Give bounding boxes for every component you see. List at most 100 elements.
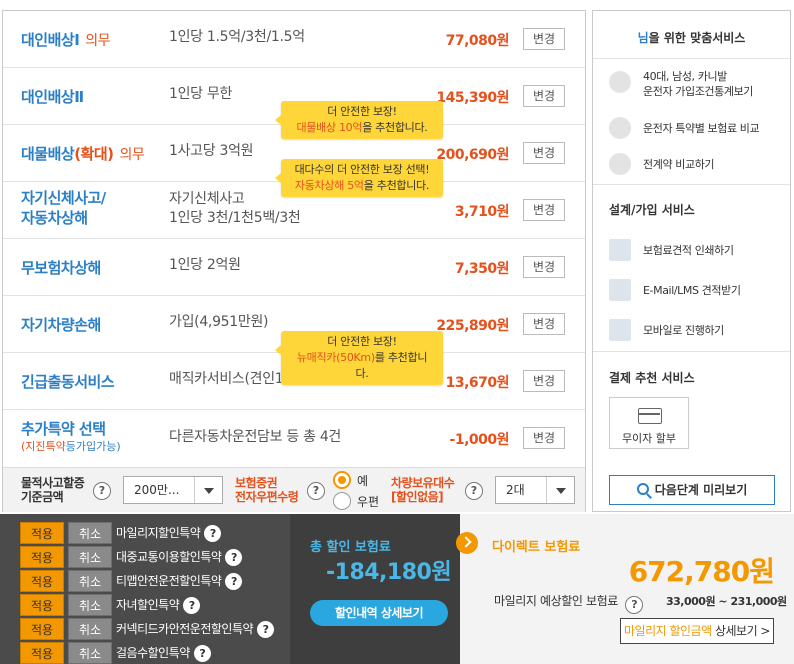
change-button[interactable]: 변경 bbox=[523, 28, 565, 50]
apply-button[interactable]: 적용 bbox=[20, 594, 64, 616]
change-button[interactable]: 변경 bbox=[523, 142, 565, 164]
radio-mail-label: 우편 bbox=[357, 495, 380, 509]
discount-detail-button[interactable]: 할인내역 상세보기 bbox=[310, 600, 448, 626]
radio-mail[interactable] bbox=[333, 492, 351, 510]
coverage-name: 추가특약 선택 bbox=[21, 420, 106, 438]
coverage-desc: 가입(4,951만원) bbox=[169, 314, 269, 330]
total-discount-value: -184,180원 bbox=[326, 560, 452, 585]
help-icon[interactable]: ? bbox=[307, 482, 325, 500]
apply-button[interactable]: 적용 bbox=[20, 618, 64, 640]
discount-name: 티맵안전운전할인특약? bbox=[116, 572, 243, 590]
design-section-title: 설계/가입 서비스 bbox=[609, 203, 695, 217]
total-discount-label: 총 할인 보험료 bbox=[310, 540, 391, 555]
property-threshold-select[interactable]: 200만... bbox=[123, 476, 223, 504]
custom-service-panel: 님을 위한 맞춤서비스 40대, 남성, 카니발 운전자 가입조건통계보기 운전자… bbox=[592, 10, 791, 512]
coverage-desc: 1인당 2억원 bbox=[169, 257, 241, 273]
help-icon[interactable]: ? bbox=[204, 525, 222, 542]
compare-icon bbox=[609, 117, 631, 139]
change-button[interactable]: 변경 bbox=[523, 256, 565, 278]
radio-yes[interactable] bbox=[333, 471, 351, 489]
cancel-button[interactable]: 취소 bbox=[68, 642, 112, 664]
coverage-row: 대인배상Ⅰ 의무 1인당 1.5억/3천/1.5억 77,080원 변경 bbox=[3, 11, 585, 68]
change-button[interactable]: 변경 bbox=[523, 199, 565, 221]
apply-button[interactable]: 적용 bbox=[20, 522, 64, 544]
cars-owned-select[interactable]: 2대 bbox=[495, 476, 575, 504]
cancel-button[interactable]: 취소 bbox=[68, 546, 112, 568]
help-icon[interactable]: ? bbox=[225, 573, 243, 590]
no-interest-button[interactable]: 무이자 할부 bbox=[609, 397, 689, 449]
mobile-icon bbox=[609, 319, 631, 341]
search-icon bbox=[636, 483, 649, 495]
next-step-preview-button[interactable]: 다음단계 미리보기 bbox=[609, 475, 775, 505]
help-icon[interactable]: ? bbox=[257, 621, 275, 638]
direct-premium-label: 다이렉트 보험료 bbox=[492, 540, 581, 555]
apply-button[interactable]: 적용 bbox=[20, 642, 64, 664]
discount-name: 걸음수할인특약? bbox=[116, 644, 211, 662]
coverage-price: 7,350원 bbox=[454, 261, 510, 277]
help-icon[interactable]: ? bbox=[183, 597, 201, 614]
coverage-price: 145,390원 bbox=[436, 90, 509, 106]
change-button[interactable]: 변경 bbox=[523, 313, 565, 335]
direct-premium-box: 다이렉트 보험료 672,780원 마일리지 예상할인 보험료 ? 33,000… bbox=[456, 514, 794, 664]
mileage-range: 33,000원 ~ 231,000원 bbox=[666, 595, 787, 608]
card-icon bbox=[638, 408, 662, 424]
policy-email-label: 보험증권 전자우편수령 bbox=[235, 476, 299, 504]
coverage-name: 자기신체사고/자동차상해 bbox=[21, 189, 106, 227]
cancel-button[interactable]: 취소 bbox=[68, 594, 112, 616]
help-icon[interactable]: ? bbox=[193, 645, 211, 662]
apply-button[interactable]: 적용 bbox=[20, 570, 64, 592]
cancel-button[interactable]: 취소 bbox=[68, 570, 112, 592]
discount-name: 자녀할인특약? bbox=[116, 596, 201, 614]
coverage-desc: 다른자동차운전담보 등 총 4건 bbox=[169, 429, 342, 445]
coverage-row: 추가특약 선택 (지진특약등가입가능) 다른자동차운전담보 등 총 4건 -1,… bbox=[3, 410, 585, 467]
cancel-button[interactable]: 취소 bbox=[68, 618, 112, 640]
coverage-subnote: (지진특약등가입가능) bbox=[21, 440, 121, 453]
property-threshold-label: 물적사고할증 기준금액 bbox=[21, 476, 85, 504]
mileage-estimate-label: 마일리지 예상할인 보험료 ? bbox=[494, 592, 644, 614]
recommend-tooltip: 더 안전한 보장! 대물배상 10억을 추천합니다. bbox=[275, 101, 443, 139]
discount-name: 대중교통이용할인특약? bbox=[116, 548, 243, 566]
recommend-tooltip: 더 안전한 보장! 뉴매직카(50Km)를 추천합니다. bbox=[275, 331, 443, 385]
help-icon[interactable]: ? bbox=[225, 549, 243, 566]
coverage-name: 긴급출동서비스 bbox=[21, 373, 115, 391]
required-badge: 의무 bbox=[85, 33, 111, 49]
arrow-right-icon bbox=[456, 532, 478, 554]
coverage-name: 대물배상(확대) 의무 bbox=[21, 145, 145, 163]
help-icon[interactable]: ? bbox=[625, 596, 644, 614]
settings-strip: 물적사고할증 기준금액 ? 200만... 보험증권 전자우편수령 ? 예 우편 차… bbox=[3, 467, 585, 512]
coverage-desc: 1사고당 3억원 bbox=[169, 143, 254, 159]
apply-button[interactable]: 적용 bbox=[20, 546, 64, 568]
total-discount-box: 총 할인 보험료 -184,180원 할인내역 상세보기 bbox=[290, 514, 460, 664]
discount-name: 마일리지할인특약? bbox=[116, 524, 222, 542]
coverage-desc: 1인당 무한 bbox=[169, 86, 233, 102]
change-button[interactable]: 변경 bbox=[523, 85, 565, 107]
coverage-price: 3,710원 bbox=[454, 204, 510, 220]
coverage-name: 대인배상Ⅰ 의무 bbox=[21, 31, 111, 49]
panel-title: 님을 위한 맞춤서비스 bbox=[593, 11, 790, 59]
coverage-name: 자기차량손해 bbox=[21, 316, 101, 334]
coverage-price: 77,080원 bbox=[445, 33, 510, 49]
mail-icon bbox=[609, 279, 631, 301]
mileage-detail-button[interactable]: 마일리지 할인금액 상세보기 > bbox=[620, 618, 774, 644]
coverage-desc: 1인당 1.5억/3천/1.5억 bbox=[169, 29, 305, 45]
chevron-down-icon bbox=[194, 477, 222, 503]
recommend-tooltip: 대다수의 더 안전한 보장 선택! 자동차상해 5억을 추천합니다. bbox=[275, 159, 443, 197]
cars-owned-label: 차량보유대수 [할인없음] bbox=[391, 476, 455, 504]
user-icon bbox=[609, 71, 631, 93]
coverage-price: 225,890원 bbox=[436, 318, 509, 334]
coverage-panel: 대인배상Ⅰ 의무 1인당 1.5억/3천/1.5억 77,080원 변경 대인배상… bbox=[2, 10, 586, 512]
help-icon[interactable]: ? bbox=[465, 482, 483, 500]
coverage-name: 대인배상Ⅱ bbox=[21, 88, 84, 106]
printer-icon bbox=[609, 239, 631, 261]
required-badge: 의무 bbox=[119, 147, 145, 163]
change-button[interactable]: 변경 bbox=[523, 427, 565, 449]
cancel-button[interactable]: 취소 bbox=[68, 522, 112, 544]
coverage-price: -1,000원 bbox=[449, 432, 510, 448]
coverage-price: 13,670원 bbox=[445, 375, 510, 391]
discount-name: 커넥티드카안전운전할인특약? bbox=[116, 620, 275, 638]
coverage-name: 무보험차상해 bbox=[21, 259, 101, 277]
change-button[interactable]: 변경 bbox=[523, 370, 565, 392]
help-icon[interactable]: ? bbox=[93, 482, 111, 500]
document-icon bbox=[609, 153, 631, 175]
coverage-price: 200,690원 bbox=[436, 147, 509, 163]
